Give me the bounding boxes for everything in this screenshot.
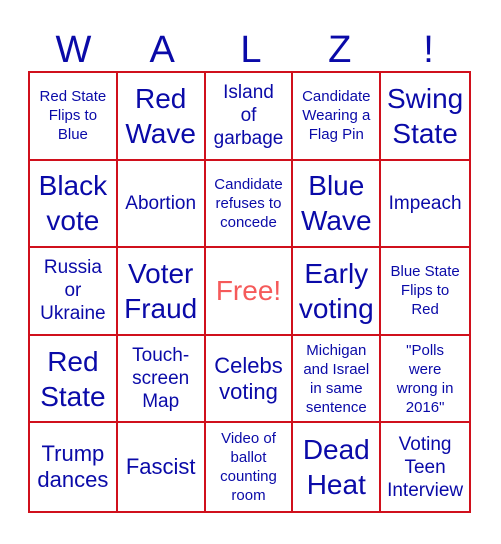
bingo-cell[interactable]: Dead Heat [293, 423, 382, 511]
header-letter-w: W [55, 29, 92, 71]
bingo-cell[interactable]: Blue State Flips to Red [381, 248, 469, 336]
bingo-cell[interactable]: Blue Wave [293, 160, 382, 249]
bingo-cell[interactable]: Red Wave [117, 73, 206, 161]
bingo-cell-free-space[interactable]: Free! [205, 248, 294, 336]
bingo-cell[interactable]: Trump dances [30, 423, 118, 511]
bingo-cell[interactable]: Michigan and Israel in same sentence [293, 335, 382, 424]
header-letter-z: Z [328, 29, 352, 71]
bingo-cell[interactable]: Touch- screen Map [117, 335, 206, 424]
bingo-cell[interactable]: "Polls were wrong in 2016" [381, 336, 469, 424]
bingo-cell[interactable]: Impeach [381, 161, 469, 249]
bingo-card-grid: Red State Flips to Blue Red Wave Island of… [28, 71, 471, 513]
header-letter-exclaim: ! [423, 29, 434, 71]
bingo-cell[interactable]: Abortion [117, 160, 206, 249]
bingo-cell[interactable]: Candidate refuses to concede [205, 160, 294, 249]
bingo-cell[interactable]: Voting Teen Interview [381, 423, 469, 511]
bingo-cell[interactable]: Island of garbage [205, 73, 294, 161]
bingo-cell[interactable]: Red State Flips to Blue [30, 73, 118, 161]
bingo-cell[interactable]: Black vote [30, 160, 118, 249]
header-letter-l: L [240, 29, 262, 71]
bingo-cell[interactable]: Russia or Ukraine [30, 248, 118, 336]
bingo-cell[interactable]: Swing State [381, 73, 469, 161]
bingo-cell[interactable]: Red State [30, 335, 118, 424]
bingo-header: W A L Z ! [29, 28, 473, 72]
header-letter-a: A [149, 29, 175, 71]
bingo-cell[interactable]: Video of ballot counting room [206, 423, 294, 511]
bingo-cell[interactable]: Celebs voting [205, 335, 294, 424]
bingo-cell[interactable]: Early voting [293, 248, 382, 336]
bingo-cell[interactable]: Fascist [118, 423, 206, 511]
bingo-cell[interactable]: Voter Fraud [117, 248, 206, 336]
bingo-cell[interactable]: Candidate Wearing a Flag Pin [293, 73, 382, 161]
